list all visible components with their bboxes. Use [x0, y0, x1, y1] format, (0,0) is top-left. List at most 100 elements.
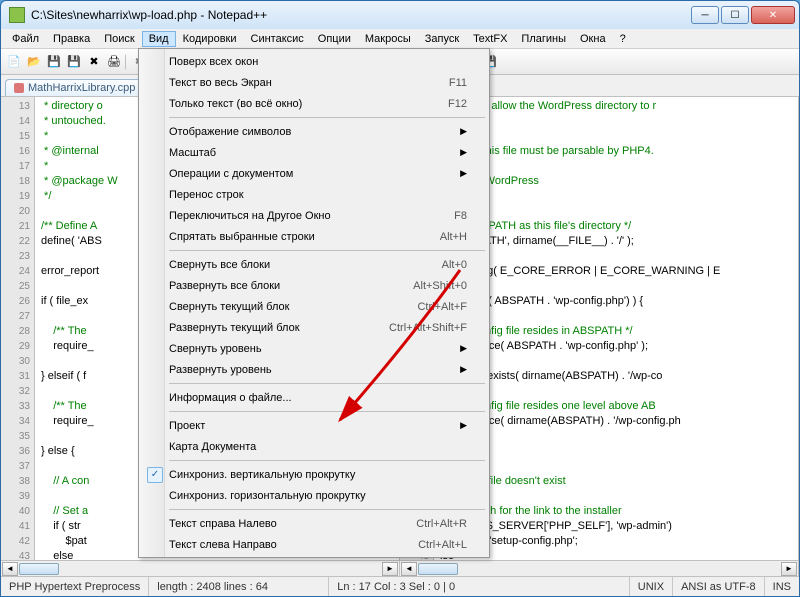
- menu-item[interactable]: Операции с документом ▶: [141, 163, 487, 184]
- status-insertmode: INS: [765, 577, 799, 596]
- menu-item-label: Синхрониз. горизонтальную прокрутку: [169, 490, 366, 502]
- menu-item[interactable]: Поверх всех окон: [141, 51, 487, 72]
- menu-item-макросы[interactable]: Макросы: [358, 31, 418, 47]
- submenu-arrow-icon: ▶: [460, 168, 467, 179]
- menu-item[interactable]: Масштаб ▶: [141, 142, 487, 163]
- minimize-button[interactable]: ─: [691, 6, 719, 24]
- menu-item-label: Свернуть все блоки: [169, 259, 270, 271]
- close-button[interactable]: ✕: [751, 6, 795, 24]
- menu-item-label: Переключиться на Другое Окно: [169, 210, 331, 222]
- menu-item-label: Развернуть все блоки: [169, 280, 280, 292]
- menu-item-запуск[interactable]: Запуск: [418, 31, 466, 47]
- submenu-arrow-icon: ▶: [460, 420, 467, 431]
- save-icon[interactable]: 💾: [45, 53, 63, 71]
- tab-label: MathHarrixLibrary.cpp: [28, 82, 135, 94]
- menu-shortcut: Ctrl+Alt+Shift+F: [389, 322, 467, 334]
- menu-item[interactable]: Переключиться на Другое Окно F8: [141, 205, 487, 226]
- scroll-right-icon[interactable]: ►: [382, 562, 398, 576]
- menu-separator: [169, 250, 485, 251]
- menu-item[interactable]: Развернуть текущий блокCtrl+Alt+Shift+F: [141, 317, 487, 338]
- close-file-icon[interactable]: ✖: [85, 53, 103, 71]
- menu-item-label: Отображение символов: [169, 126, 291, 138]
- menu-item[interactable]: Развернуть уровень▶: [141, 359, 487, 380]
- menu-shortcut: Alt+0: [442, 259, 467, 271]
- menu-item[interactable]: Свернуть уровень▶: [141, 338, 487, 359]
- submenu-arrow-icon: ▶: [460, 147, 467, 158]
- maximize-button[interactable]: ☐: [721, 6, 749, 24]
- tab-modified-icon: [14, 83, 24, 93]
- save-all-icon[interactable]: 💾: [65, 53, 83, 71]
- hscrollbar-right[interactable]: ◄ ►: [400, 560, 798, 576]
- scroll-thumb[interactable]: [418, 563, 458, 575]
- status-eol: UNIX: [630, 577, 673, 596]
- hscrollbar-left[interactable]: ◄ ►: [1, 560, 399, 576]
- app-icon: [9, 7, 25, 23]
- menu-item-textfx[interactable]: TextFX: [466, 31, 514, 47]
- submenu-arrow-icon: ▶: [460, 343, 467, 354]
- menu-item[interactable]: Спрятать выбранные строки Alt+H: [141, 226, 487, 247]
- menu-item-label: Свернуть текущий блок: [169, 301, 289, 313]
- menu-item[interactable]: Карта Документа: [141, 436, 487, 457]
- check-icon: ✓: [147, 467, 163, 483]
- print-icon[interactable]: 🖨: [105, 53, 123, 71]
- menu-shortcut: Ctrl+Alt+R: [416, 518, 467, 530]
- menu-separator: [169, 411, 485, 412]
- menu-item-label: Масштаб: [169, 147, 216, 159]
- menu-item-окна[interactable]: Окна: [573, 31, 613, 47]
- menu-item[interactable]: Текст во весь ЭкранF11: [141, 72, 487, 93]
- menu-item-?[interactable]: ?: [613, 31, 633, 47]
- menu-item-вид[interactable]: Вид: [142, 31, 176, 47]
- open-file-icon[interactable]: 📂: [25, 53, 43, 71]
- menu-shortcut: Ctrl+Alt+L: [418, 539, 467, 551]
- menu-item-кодировки[interactable]: Кодировки: [176, 31, 244, 47]
- new-file-icon[interactable]: 📄: [5, 53, 23, 71]
- menu-item-label: Перенос строк: [169, 189, 244, 201]
- menu-item[interactable]: Развернуть все блокиAlt+Shift+0: [141, 275, 487, 296]
- menu-item-label: Операции с документом: [169, 168, 293, 180]
- menu-separator: [169, 383, 485, 384]
- menu-item[interactable]: Перенос строк: [141, 184, 487, 205]
- scroll-left-icon[interactable]: ◄: [2, 562, 18, 576]
- menu-item[interactable]: Отображение символов▶: [141, 121, 487, 142]
- menu-item[interactable]: Текст справа Налево Ctrl+Alt+R: [141, 513, 487, 534]
- menu-item[interactable]: Только текст (во всё окно)F12: [141, 93, 487, 114]
- status-position: Ln : 17 Col : 3 Sel : 0 | 0: [329, 577, 630, 596]
- menu-item-label: Карта Документа: [169, 441, 256, 453]
- menu-item-синтаксис[interactable]: Синтаксис: [244, 31, 311, 47]
- menu-item[interactable]: Текст слева НаправоCtrl+Alt+L: [141, 534, 487, 555]
- menu-item-label: Информация о файле...: [169, 392, 292, 404]
- menu-item[interactable]: Проект▶: [141, 415, 487, 436]
- menu-item-правка[interactable]: Правка: [46, 31, 97, 47]
- menu-item-label: Спрятать выбранные строки: [169, 231, 315, 243]
- document-tab[interactable]: MathHarrixLibrary.cpp: [5, 79, 144, 96]
- window-buttons: ─ ☐ ✕: [691, 6, 795, 24]
- menu-shortcut: F11: [449, 77, 467, 89]
- scroll-track[interactable]: [418, 562, 780, 576]
- scroll-track[interactable]: [19, 562, 381, 576]
- menu-item[interactable]: Синхрониз. горизонтальную прокрутку: [141, 485, 487, 506]
- menu-item[interactable]: Свернуть все блоки Alt+0: [141, 254, 487, 275]
- menu-shortcut: F8: [454, 210, 467, 222]
- scroll-thumb[interactable]: [19, 563, 59, 575]
- line-gutter: 1314151617181920212223242526272829303132…: [1, 97, 35, 576]
- titlebar[interactable]: C:\Sites\newharrix\wp-load.php - Notepad…: [1, 1, 799, 29]
- menu-item-поиск[interactable]: Поиск: [97, 31, 141, 47]
- window-title: C:\Sites\newharrix\wp-load.php - Notepad…: [31, 8, 691, 22]
- status-length: length : 2408 lines : 64: [149, 577, 329, 596]
- menu-item-label: Текст справа Налево: [169, 518, 277, 530]
- menu-item-плагины[interactable]: Плагины: [514, 31, 573, 47]
- menu-shortcut: Alt+H: [440, 231, 467, 243]
- menu-item-файл[interactable]: Файл: [5, 31, 46, 47]
- scroll-right-icon[interactable]: ►: [781, 562, 797, 576]
- status-encoding: ANSI as UTF-8: [673, 577, 765, 596]
- menu-item-label: Только текст (во всё окно): [169, 98, 302, 110]
- scroll-left-icon[interactable]: ◄: [401, 562, 417, 576]
- menu-item-label: Синхрониз. вертикальную прокрутку: [169, 469, 355, 481]
- menu-item-label: Поверх всех окон: [169, 56, 258, 68]
- menu-shortcut: Ctrl+Alt+F: [417, 301, 467, 313]
- submenu-arrow-icon: ▶: [460, 364, 467, 375]
- menu-item-опции[interactable]: Опции: [311, 31, 358, 47]
- menu-item[interactable]: ✓ Синхрониз. вертикальную прокрутку: [141, 464, 487, 485]
- menu-item[interactable]: Информация о файле...: [141, 387, 487, 408]
- menu-item[interactable]: Свернуть текущий блок Ctrl+Alt+F: [141, 296, 487, 317]
